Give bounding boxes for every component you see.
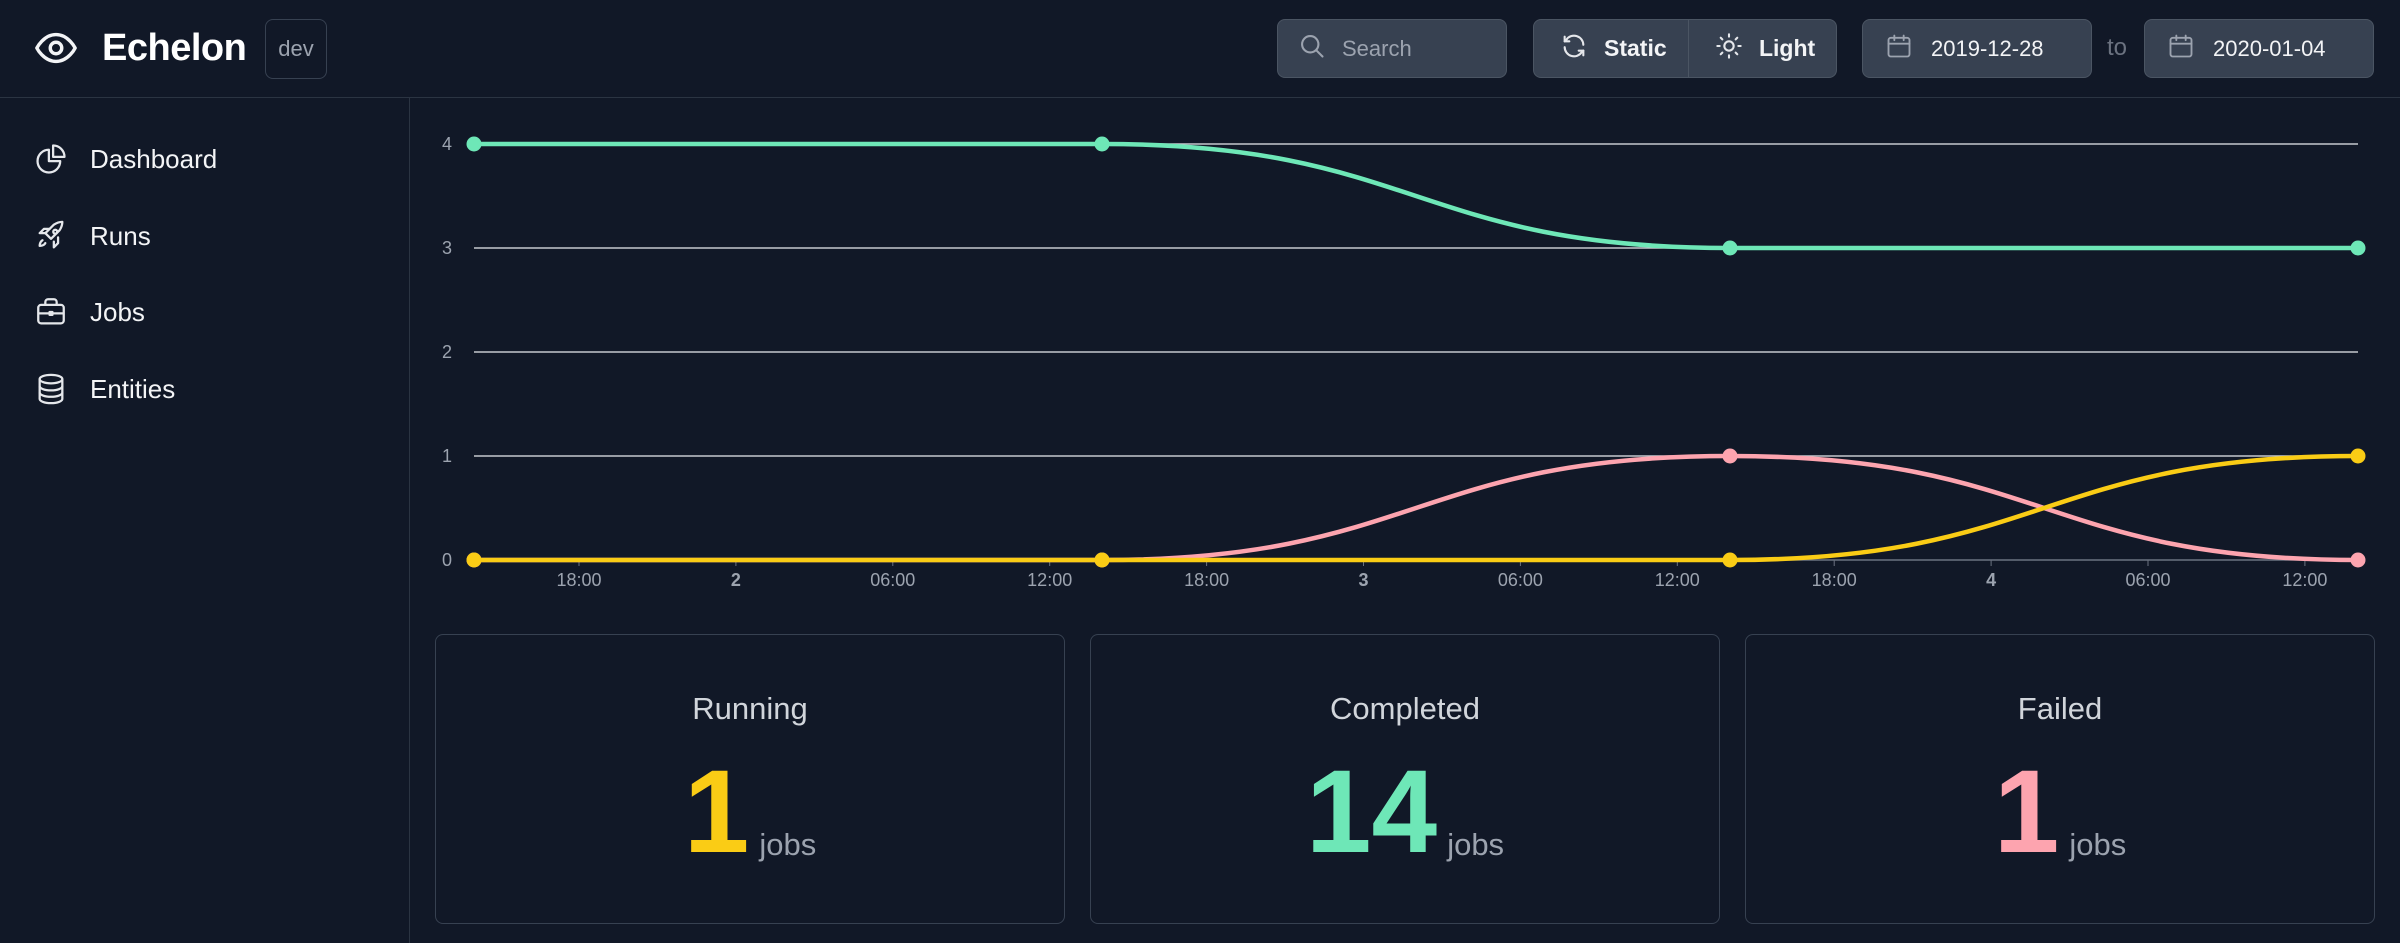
stat-value: 1 (1993, 746, 2060, 878)
stat-unit: jobs (1447, 827, 1505, 862)
sidebar-item-label: Dashboard (90, 143, 218, 174)
date-to-value: 2020-01-04 (2213, 35, 2326, 61)
x-tick-label: 06:00 (2125, 570, 2170, 590)
search-icon (1298, 32, 1326, 65)
refresh-icon (1560, 32, 1588, 66)
database-icon (32, 370, 70, 408)
stat-unit: jobs (2069, 827, 2127, 862)
x-tick-label: 3 (1358, 570, 1368, 590)
completed-data-point (1722, 240, 1738, 256)
date-from-picker[interactable]: 2019-12-28 (1862, 19, 2092, 78)
stat-title: Completed (1330, 691, 1480, 726)
date-range-separator: to (2107, 34, 2128, 61)
x-tick-label: 06:00 (870, 570, 915, 590)
x-tick-label: 18:00 (1812, 570, 1857, 590)
pie-chart-icon (32, 140, 70, 178)
sidebar-item-label: Entities (90, 373, 176, 404)
y-tick-label: 0 (442, 550, 452, 570)
x-tick-label: 18:00 (1184, 570, 1229, 590)
sidebar-item-jobs[interactable]: Jobs (32, 288, 145, 336)
sidebar: Dashboard Runs Jobs Entities (0, 98, 410, 943)
rocket-icon (32, 217, 70, 255)
theme-toggle-button[interactable]: Light (1689, 20, 1836, 77)
y-tick-label: 4 (442, 134, 452, 154)
running-data-point (1722, 552, 1738, 568)
y-tick-label: 1 (442, 446, 452, 466)
completed-data-point (2350, 240, 2366, 256)
failed-data-point (2350, 552, 2366, 568)
completed-series-line (471, 141, 2361, 251)
sidebar-item-dashboard[interactable]: Dashboard (32, 135, 217, 183)
environment-badge[interactable]: dev (265, 19, 327, 79)
app-title: Echelon (102, 26, 247, 69)
stat-card-completed[interactable]: Completed 14 jobs (1090, 634, 1720, 924)
x-tick-label: 4 (1986, 570, 1996, 590)
search-box[interactable] (1277, 19, 1507, 78)
jobs-timeline-chart: 0 1 2 3 4 18:00 2 06:00 12:00 18:00 3 06:00 12:00 18:… (410, 98, 2400, 618)
sidebar-item-runs[interactable]: Runs (32, 212, 151, 260)
y-tick-label: 3 (442, 238, 452, 258)
running-data-point (2350, 448, 2366, 464)
eye-icon (32, 24, 80, 72)
x-tick-label: 06:00 (1498, 570, 1543, 590)
x-tick-label: 12:00 (2282, 570, 2327, 590)
y-tick-label: 2 (442, 342, 452, 362)
completed-data-point (466, 136, 482, 152)
static-label: Static (1604, 35, 1667, 61)
theme-label: Light (1758, 35, 1816, 61)
x-tick-label: 18:00 (556, 570, 601, 590)
calendar-icon (2167, 32, 2195, 66)
stat-title: Running (692, 691, 808, 726)
x-tick-label: 12:00 (1655, 570, 1700, 590)
running-data-point (1094, 552, 1110, 568)
briefcase-icon (32, 293, 70, 331)
calendar-icon (1885, 32, 1913, 66)
sidebar-item-entities[interactable]: Entities (32, 365, 175, 413)
sidebar-item-label: Runs (90, 220, 151, 251)
x-tick-label: 2 (731, 570, 741, 590)
stat-value: 14 (1305, 746, 1438, 878)
brand[interactable]: Echelon (32, 24, 247, 72)
sidebar-item-label: Jobs (90, 296, 145, 327)
stat-unit: jobs (759, 827, 817, 862)
stat-value: 1 (683, 746, 750, 878)
mode-toggle-group: Static Light (1533, 19, 1837, 78)
failed-series-line (471, 453, 2361, 563)
stat-card-failed[interactable]: Failed 1 jobs (1745, 634, 2375, 924)
jobs-timeline-svg: 0 1 2 3 4 18:00 2 06:00 12:00 18:00 3 06:00 12:00 18:… (442, 134, 2366, 590)
date-from-value: 2019-12-28 (1931, 35, 2044, 61)
stat-title: Failed (2017, 691, 2103, 726)
x-tick-label: 12:00 (1027, 570, 1072, 590)
running-data-point (466, 552, 482, 568)
search-input[interactable] (1342, 35, 1492, 62)
stat-card-running[interactable]: Running 1 jobs (435, 634, 1065, 924)
static-refresh-button[interactable]: Static (1534, 20, 1689, 77)
date-to-picker[interactable]: 2020-01-04 (2144, 19, 2374, 78)
completed-data-point (1094, 136, 1110, 152)
failed-data-point (1722, 448, 1738, 464)
top-bar: Echelon dev Static (0, 0, 2400, 98)
sun-icon (1715, 32, 1743, 66)
